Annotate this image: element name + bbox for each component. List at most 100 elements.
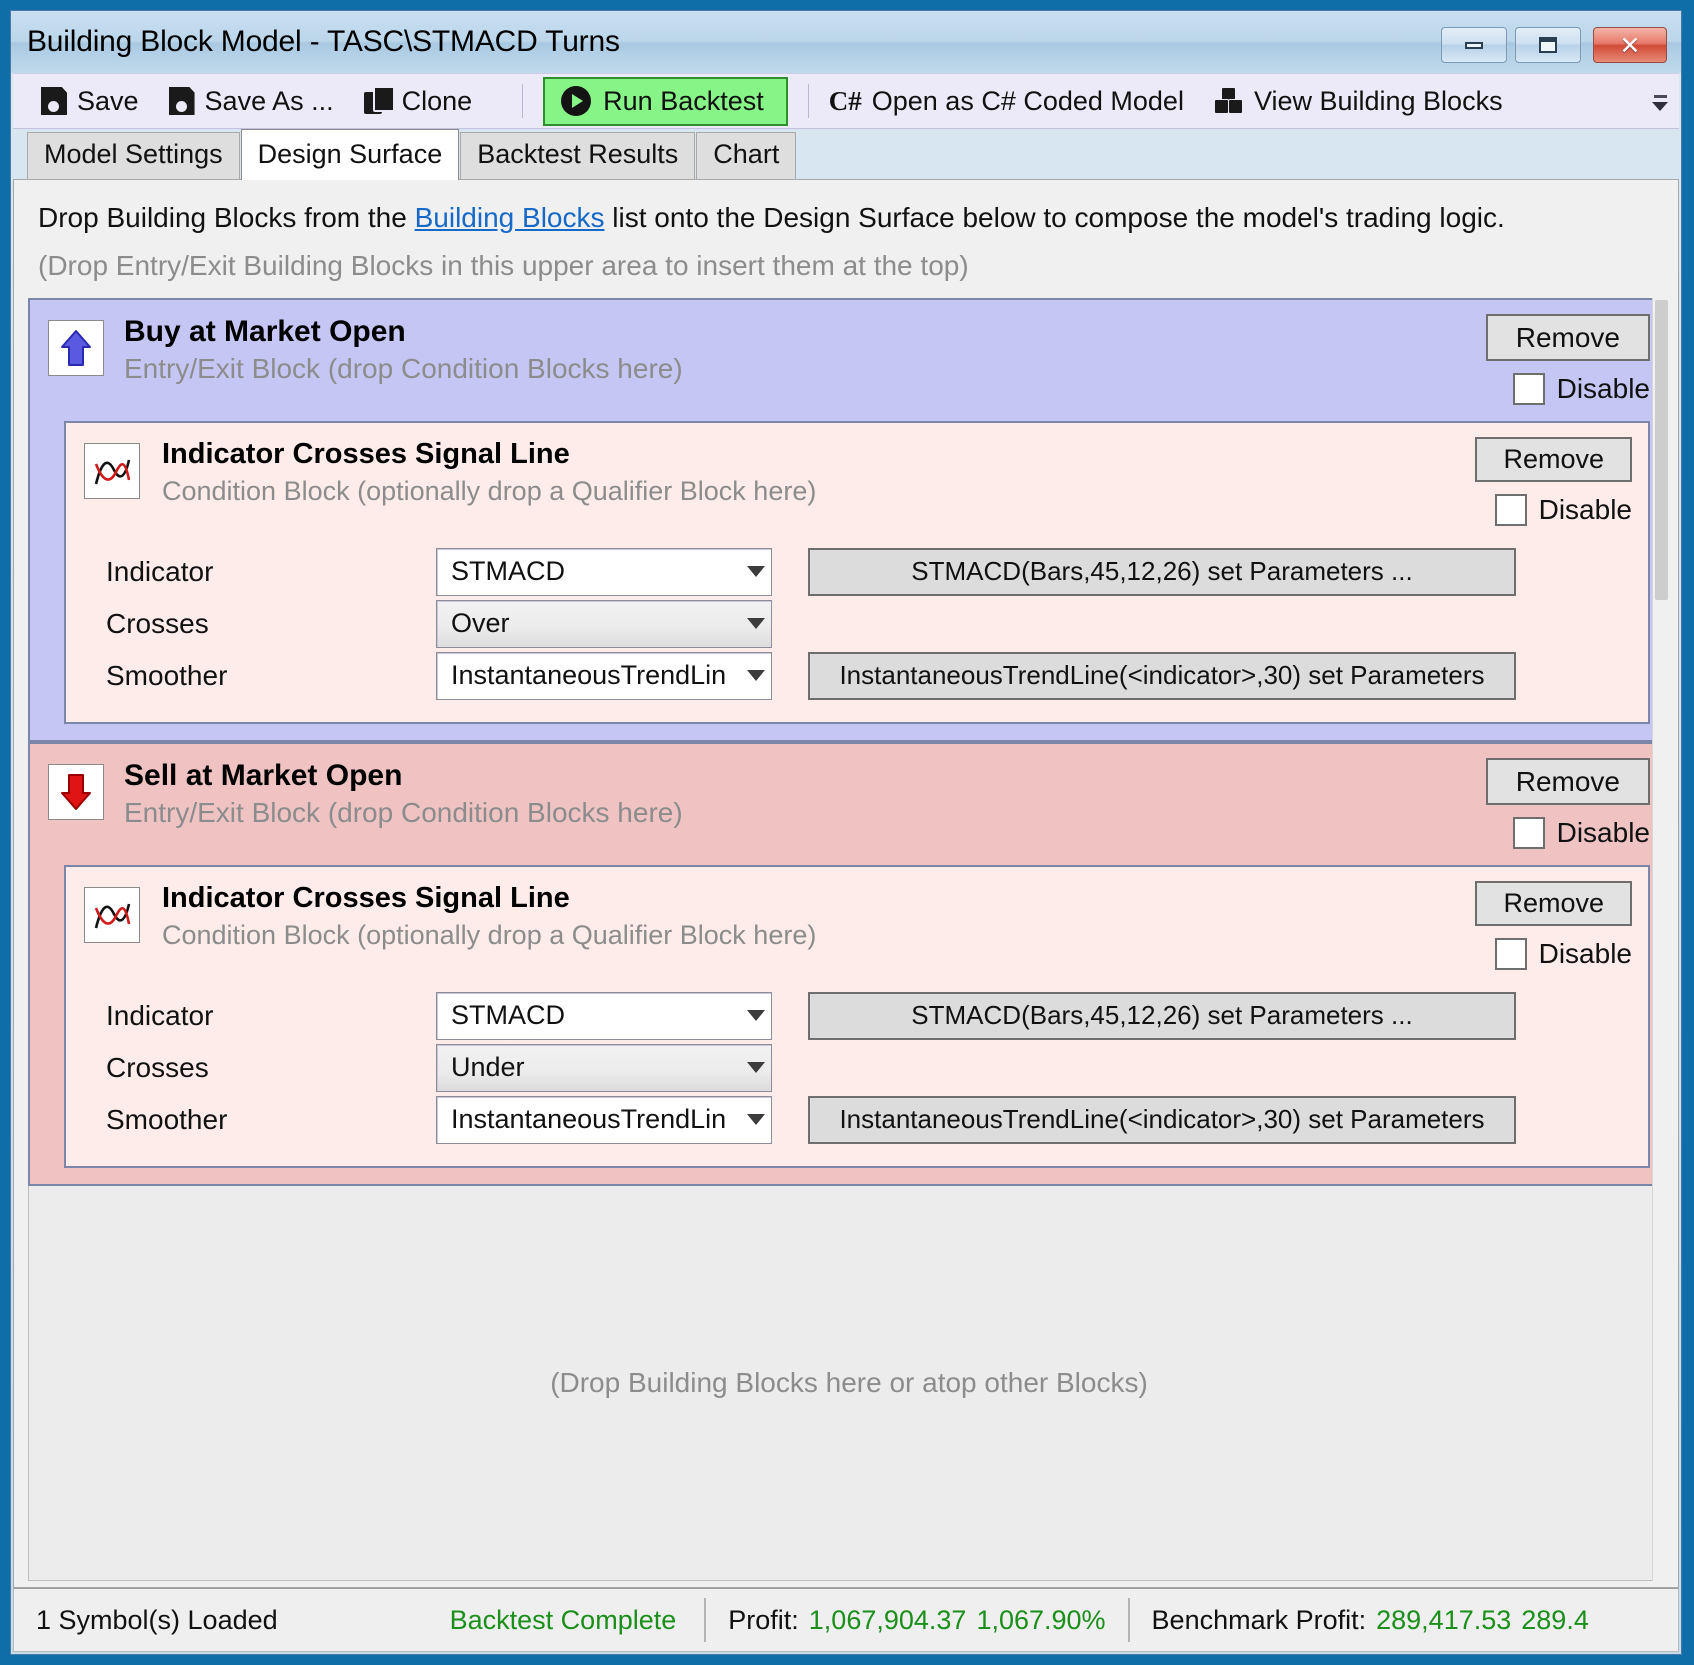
tab-model-settings[interactable]: Model Settings — [27, 132, 240, 179]
condition-block-buy-title: Indicator Crosses Signal Line — [162, 438, 570, 471]
save-icon — [41, 87, 67, 115]
condition-block-buy-actions: Remove Disable — [1475, 437, 1636, 526]
building-blocks-link[interactable]: Building Blocks — [415, 202, 605, 233]
status-profit: Profit: 1,067,904.37 1,067.90% — [706, 1605, 1127, 1636]
clone-icon — [363, 86, 395, 116]
disable-toggle-buy[interactable]: Disable — [1512, 373, 1650, 406]
minimize-icon — [1465, 41, 1483, 49]
disable-toggle-condition-buy[interactable]: Disable — [1494, 493, 1632, 526]
entry-block-buy-header: Buy at Market Open Entry/Exit Block (dro… — [40, 308, 1658, 406]
title-bar: Building Block Model - TASC\STMACD Turns… — [11, 11, 1681, 73]
save-label: Save — [77, 85, 139, 116]
status-bar: 1 Symbol(s) Loaded Backtest Complete Pro… — [13, 1588, 1679, 1652]
status-benchmark-percent: 289.4 — [1521, 1604, 1589, 1635]
scrollbar-thumb[interactable] — [1655, 299, 1668, 600]
maximize-button[interactable] — [1515, 27, 1581, 63]
remove-button-condition-buy[interactable]: Remove — [1475, 437, 1632, 482]
crosses-select-sell[interactable]: Under — [436, 1043, 772, 1092]
disable-label-sell: Disable — [1556, 817, 1650, 849]
entry-block-sell-title: Sell at Market Open — [124, 758, 403, 792]
entry-block-buy-actions: Remove Disable — [1485, 313, 1654, 406]
remove-button-buy[interactable]: Remove — [1485, 313, 1650, 362]
entry-block-sell-header: Sell at Market Open Entry/Exit Block (dr… — [40, 752, 1658, 850]
run-backtest-label: Run Backtest — [603, 85, 764, 116]
overflow-dash-icon — [1653, 95, 1667, 98]
status-benchmark-value: 289,417.53 — [1376, 1604, 1512, 1635]
field-label-indicator-sell: Indicator — [106, 999, 214, 1031]
field-label-indicator-buy: Indicator — [106, 555, 214, 587]
open-as-csharp-label: Open as C# Coded Model — [871, 85, 1184, 116]
run-backtest-button[interactable]: Run Backtest — [543, 76, 788, 126]
chevron-down-icon — [747, 1062, 765, 1074]
vertical-scrollbar[interactable] — [1652, 297, 1670, 1581]
building-blocks-icon — [1213, 87, 1244, 115]
save-button[interactable]: Save — [41, 86, 139, 117]
smoother-select-buy-value: InstantaneousTrendLin — [451, 660, 727, 691]
smoother-select-buy[interactable]: InstantaneousTrendLin — [436, 651, 772, 700]
disable-checkbox-sell[interactable] — [1512, 817, 1545, 850]
condition-sell-fields: Indicator STMACD STMACD(Bars,45,12,26) s… — [76, 991, 1638, 1144]
chevron-down-icon — [1652, 102, 1668, 111]
disable-toggle-sell[interactable]: Disable — [1512, 817, 1650, 850]
tab-backtest-results[interactable]: Backtest Results — [460, 132, 696, 179]
condition-buy-fields: Indicator STMACD STMACD(Bars,45,12,26) s… — [76, 547, 1638, 700]
indicator-parameters-button-sell[interactable]: STMACD(Bars,45,12,26) set Parameters ... — [808, 991, 1516, 1040]
status-symbols-loaded: 1 Symbol(s) Loaded — [14, 1605, 300, 1636]
disable-checkbox-buy[interactable] — [1512, 373, 1545, 406]
csharp-icon: C# — [828, 85, 862, 116]
crossing-lines-icon — [84, 443, 140, 500]
view-building-blocks-button[interactable]: View Building Blocks — [1213, 86, 1503, 117]
status-benchmark: Benchmark Profit: 289,417.53 289.4 — [1130, 1605, 1611, 1636]
entry-block-sell[interactable]: Sell at Market Open Entry/Exit Block (dr… — [28, 741, 1670, 1186]
arrow-down-icon — [48, 763, 104, 820]
disable-label-buy: Disable — [1556, 373, 1650, 405]
smoother-select-sell-value: InstantaneousTrendLin — [451, 1104, 727, 1135]
status-benchmark-label: Benchmark Profit: — [1151, 1604, 1367, 1635]
restore-icon — [1539, 37, 1557, 53]
application-window: Building Block Model - TASC\STMACD Turns… — [10, 10, 1682, 1655]
toolbar-overflow-button[interactable] — [1649, 82, 1671, 124]
tab-design-surface[interactable]: Design Surface — [240, 129, 460, 180]
clone-button[interactable]: Clone — [363, 85, 473, 117]
condition-block-buy[interactable]: Indicator Crosses Signal Line Condition … — [64, 421, 1650, 724]
crosses-select-buy[interactable]: Over — [436, 599, 772, 648]
field-row-crosses-sell: Crosses Under — [106, 1043, 1638, 1092]
smoother-parameters-button-buy[interactable]: InstantaneousTrendLine(<indicator>,30) s… — [808, 651, 1516, 700]
condition-block-sell-subtitle: Condition Block (optionally drop a Quali… — [162, 919, 817, 950]
tab-chart[interactable]: Chart — [696, 132, 797, 179]
field-row-smoother-sell: Smoother InstantaneousTrendLin Instantan… — [106, 1095, 1638, 1144]
play-icon — [561, 86, 592, 116]
entry-block-buy-title: Buy at Market Open — [124, 314, 406, 348]
save-as-button[interactable]: Save As ... — [169, 86, 334, 117]
disable-toggle-condition-sell[interactable]: Disable — [1494, 937, 1632, 970]
open-as-csharp-button[interactable]: C# Open as C# Coded Model — [829, 86, 1184, 117]
close-button[interactable]: ✕ — [1593, 27, 1667, 63]
minimize-button[interactable] — [1441, 27, 1507, 63]
drop-zone[interactable]: (Drop Building Blocks here or atop other… — [28, 1185, 1670, 1581]
chevron-down-icon — [747, 670, 765, 682]
remove-button-condition-sell[interactable]: Remove — [1475, 881, 1632, 926]
smoother-select-sell[interactable]: InstantaneousTrendLin — [436, 1095, 772, 1144]
remove-button-sell[interactable]: Remove — [1485, 757, 1650, 806]
entry-block-sell-titles: Sell at Market Open Entry/Exit Block (dr… — [124, 758, 1486, 829]
smoother-parameters-button-sell[interactable]: InstantaneousTrendLine(<indicator>,30) s… — [808, 1095, 1516, 1144]
crossing-lines-icon — [84, 887, 140, 944]
instructions-before-link: Drop Building Blocks from the — [38, 201, 415, 233]
toolbar-divider-1 — [522, 84, 524, 118]
condition-block-sell[interactable]: Indicator Crosses Signal Line Condition … — [64, 865, 1650, 1168]
field-label-smoother-buy: Smoother — [106, 659, 228, 691]
indicator-select-sell[interactable]: STMACD — [436, 991, 772, 1040]
design-surface[interactable]: Buy at Market Open Entry/Exit Block (dro… — [28, 297, 1670, 1581]
clone-label: Clone — [401, 85, 473, 116]
disable-checkbox-condition-sell[interactable] — [1494, 937, 1527, 970]
disable-checkbox-condition-buy[interactable] — [1494, 493, 1527, 526]
window-title: Building Block Model - TASC\STMACD Turns — [27, 25, 620, 58]
indicator-select-buy[interactable]: STMACD — [436, 547, 772, 596]
field-label-smoother-sell: Smoother — [106, 1103, 228, 1135]
indicator-parameters-button-buy[interactable]: STMACD(Bars,45,12,26) set Parameters ... — [808, 547, 1516, 596]
entry-block-buy[interactable]: Buy at Market Open Entry/Exit Block (dro… — [28, 297, 1670, 742]
save-as-label: Save As ... — [204, 85, 334, 116]
condition-block-sell-titles: Indicator Crosses Signal Line Condition … — [162, 881, 1475, 950]
chevron-down-icon — [747, 566, 765, 578]
field-label-crosses-sell: Crosses — [106, 1051, 209, 1083]
